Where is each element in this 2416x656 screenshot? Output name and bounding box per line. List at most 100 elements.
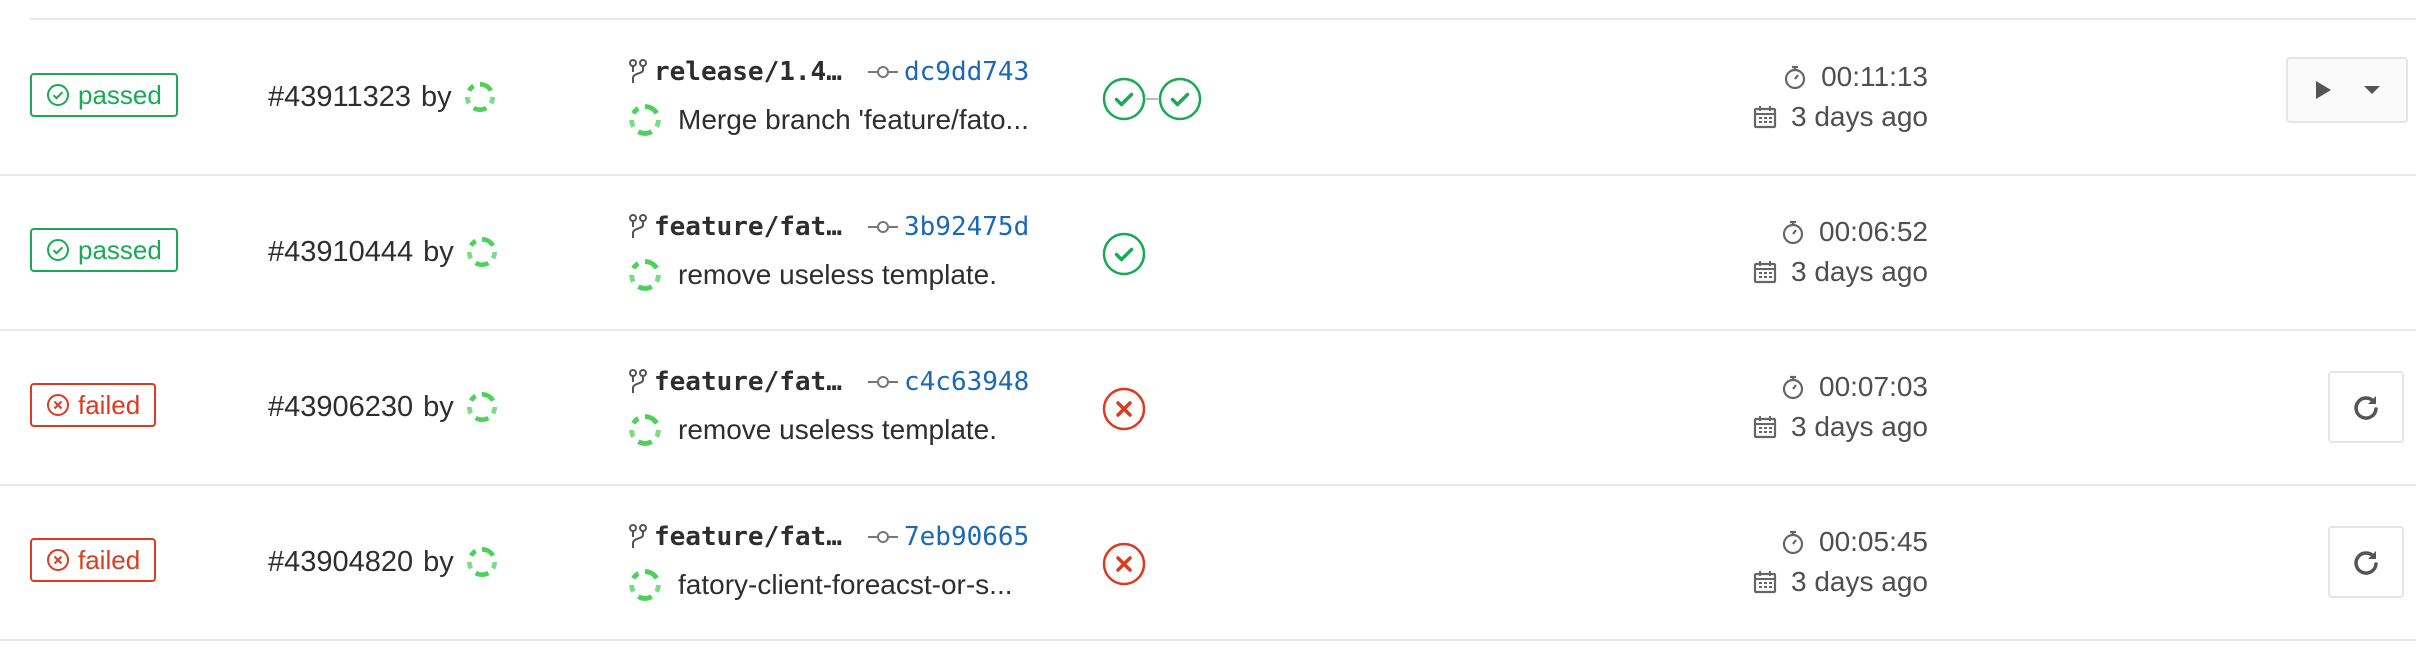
pipeline-timing: 00:05:45 3 days ago [1753, 522, 1928, 602]
pipeline-number-link[interactable]: #43910444 [268, 236, 413, 269]
commit-title-link[interactable]: remove useless template. [678, 414, 997, 446]
by-label: by [423, 390, 454, 423]
finished-at: 3 days ago [1753, 252, 1928, 292]
check-circle-icon [47, 84, 69, 106]
status-label: failed [78, 545, 141, 575]
commit-author-avatar[interactable] [626, 411, 664, 449]
pipeline-number-link[interactable]: #43911323 [268, 81, 411, 114]
branch-name-link[interactable]: feature/fatory [654, 522, 850, 552]
commit-message: remove useless template. [626, 256, 997, 294]
stage-connector [1146, 98, 1158, 100]
timer-icon [1782, 530, 1804, 555]
pipeline-number-link[interactable]: #43906230 [268, 391, 413, 424]
commit-title-link[interactable]: Merge branch 'feature/fato... [678, 104, 1029, 136]
duration-value: 00:06:52 [1819, 216, 1928, 247]
commit-author-avatar[interactable] [626, 566, 664, 604]
finished-value: 3 days ago [1791, 101, 1928, 132]
duration-value: 00:07:03 [1819, 371, 1928, 402]
duration: 00:11:13 [1753, 57, 1928, 97]
pipeline-timing: 00:06:52 3 days ago [1753, 212, 1928, 292]
x-circle-icon [47, 394, 69, 416]
pipeline-ref: feature/fatory c4c63948 [628, 367, 1029, 397]
status-badge-failed[interactable]: failed [30, 538, 157, 582]
status-badge-passed[interactable]: passed [30, 73, 178, 117]
commit-title-link[interactable]: remove useless template. [678, 259, 997, 291]
branch-icon [629, 369, 647, 393]
commit-sha-link[interactable]: 3b92475d [904, 212, 1029, 242]
finished-value: 3 days ago [1791, 411, 1928, 442]
duration: 00:05:45 [1753, 522, 1928, 562]
status-badge-failed[interactable]: failed [30, 383, 157, 427]
retry-button[interactable] [2328, 371, 2404, 443]
user-avatar[interactable] [464, 389, 500, 425]
stage-success-icon[interactable] [1102, 77, 1146, 121]
timer-icon [1784, 65, 1806, 90]
retry-button[interactable] [2328, 526, 2404, 598]
timer-icon [1782, 220, 1804, 245]
pipeline-ref: feature/fatory 3b92475d [628, 212, 1029, 242]
commit-icon [868, 531, 898, 543]
stage-success-icon[interactable] [1102, 232, 1146, 276]
commit-message: remove useless template. [626, 411, 997, 449]
commit-icon [868, 376, 898, 388]
by-label: by [421, 80, 452, 113]
pipeline-number-link[interactable]: #43904820 [268, 546, 413, 579]
user-avatar[interactable] [464, 234, 500, 270]
status-label: passed [78, 80, 162, 110]
commit-title-link[interactable]: fatory-client-foreacst-or-s... [678, 569, 1013, 601]
commit-sha-link[interactable]: 7eb90665 [904, 522, 1029, 552]
pipeline-id: #43910444 by [268, 234, 500, 270]
finished-at: 3 days ago [1753, 407, 1928, 447]
by-label: by [423, 545, 454, 578]
pipeline-id: #43911323 by [268, 79, 498, 115]
by-label: by [423, 235, 454, 268]
status-badge-passed[interactable]: passed [30, 228, 178, 272]
branch-name-link[interactable]: release/1.4.0 [654, 57, 850, 87]
commit-author-avatar[interactable] [626, 101, 664, 139]
commit-author-avatar[interactable] [626, 256, 664, 294]
commit-sha-link[interactable]: c4c63948 [904, 367, 1029, 397]
branch-name-link[interactable]: feature/fatory [654, 212, 850, 242]
stage-failed-icon[interactable] [1102, 387, 1146, 431]
duration: 00:06:52 [1753, 212, 1928, 252]
pipeline-stages [1102, 387, 1146, 431]
x-circle-icon [47, 549, 69, 571]
user-avatar[interactable] [464, 544, 500, 580]
pipeline-row: passed #43910444 by feature/fatory 3b924… [0, 174, 2416, 331]
pipeline-id: #43906230 by [268, 389, 500, 425]
status-label: failed [78, 390, 141, 420]
stage-success-icon[interactable] [1158, 77, 1202, 121]
branch-icon [629, 524, 647, 548]
pipeline-stages [1102, 232, 1146, 276]
pipeline-ref: feature/fatory 7eb90665 [628, 522, 1029, 552]
commit-icon [868, 221, 898, 233]
pipeline-id: #43904820 by [268, 544, 500, 580]
branch-icon [629, 59, 647, 83]
retry-icon [2354, 551, 2378, 575]
pipeline-row: failed #43904820 by feature/fatory 7eb90… [0, 484, 2416, 641]
duration-value: 00:05:45 [1819, 526, 1928, 557]
play-icon [2315, 81, 2331, 99]
stage-failed-icon[interactable] [1102, 542, 1146, 586]
user-avatar[interactable] [462, 79, 498, 115]
branch-icon [629, 214, 647, 238]
calendar-icon [1753, 106, 1777, 129]
check-circle-icon [47, 239, 69, 261]
duration: 00:07:03 [1753, 367, 1928, 407]
pipeline-row: failed #43906230 by feature/fatory c4c63… [0, 329, 2416, 486]
retry-icon [2354, 396, 2378, 420]
pipeline-timing: 00:11:13 3 days ago [1753, 57, 1928, 137]
pipeline-stages [1102, 542, 1146, 586]
commit-message: Merge branch 'feature/fato... [626, 101, 1029, 139]
commit-sha-link[interactable]: dc9dd743 [904, 57, 1029, 87]
branch-name-link[interactable]: feature/fatory [654, 367, 850, 397]
manual-actions-dropdown[interactable] [2286, 57, 2408, 123]
commit-message: fatory-client-foreacst-or-s... [626, 566, 1013, 604]
status-label: passed [78, 235, 162, 265]
pipelines-table: passed #43911323 by release/1.4.0 dc9dd7… [0, 0, 2416, 656]
calendar-icon [1753, 261, 1777, 284]
finished-at: 3 days ago [1753, 562, 1928, 602]
calendar-icon [1753, 571, 1777, 594]
timer-icon [1782, 375, 1804, 400]
finished-value: 3 days ago [1791, 566, 1928, 597]
